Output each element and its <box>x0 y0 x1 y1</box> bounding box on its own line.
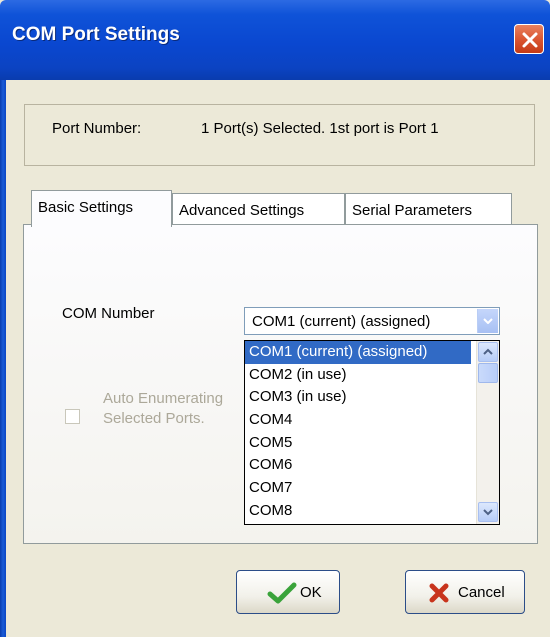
port-number-value: 1 Port(s) Selected. 1st port is Port 1 <box>201 120 439 137</box>
auto-enumerating-line2: Selected Ports. <box>103 410 205 427</box>
ok-button[interactable]: OK <box>236 570 340 614</box>
window-title: COM Port Settings <box>12 24 180 45</box>
chevron-up-icon <box>483 348 493 355</box>
list-item-com2[interactable]: COM2 (in use) <box>245 364 471 387</box>
scrollbar-thumb[interactable] <box>478 363 498 383</box>
title-bar[interactable]: COM Port Settings <box>0 0 550 80</box>
window-frame-left <box>0 80 6 637</box>
com-number-dropdown-list[interactable]: COM1 (current) (assigned) COM2 (in use) … <box>244 340 500 525</box>
scroll-down-button[interactable] <box>478 502 498 522</box>
list-item-com7[interactable]: COM7 <box>245 477 471 500</box>
com-number-value: COM1 (current) (assigned) <box>252 313 431 330</box>
dropdown-scrollbar[interactable] <box>476 341 499 524</box>
auto-enumerating-line1: Auto Enumerating <box>103 390 224 407</box>
list-item-com4[interactable]: COM4 <box>245 409 471 432</box>
close-button[interactable] <box>514 24 544 54</box>
com-port-settings-dialog: COM Port Settings Port Number: 1 Port(s)… <box>0 0 550 637</box>
ok-button-label: OK <box>300 584 322 601</box>
checkmark-icon <box>267 582 297 604</box>
auto-enumerating-checkbox[interactable] <box>65 409 80 424</box>
scroll-up-button[interactable] <box>478 342 498 362</box>
list-item-com3[interactable]: COM3 (in use) <box>245 386 471 409</box>
chevron-down-icon <box>483 509 493 516</box>
x-icon <box>429 583 449 603</box>
combo-dropdown-button[interactable] <box>477 309 498 333</box>
dropdown-items: COM1 (current) (assigned) COM2 (in use) … <box>245 341 471 523</box>
com-number-label: COM Number <box>62 305 155 322</box>
chevron-down-icon <box>483 318 493 324</box>
cancel-button[interactable]: Cancel <box>405 570 525 614</box>
cancel-button-label: Cancel <box>458 584 505 601</box>
port-number-label: Port Number: <box>52 120 142 137</box>
com-number-combobox[interactable]: COM1 (current) (assigned) <box>244 307 500 335</box>
list-item-com8[interactable]: COM8 <box>245 500 471 523</box>
list-item-com6[interactable]: COM6 <box>245 454 471 477</box>
list-item-com5[interactable]: COM5 <box>245 432 471 455</box>
tab-advanced-settings[interactable]: Advanced Settings <box>172 193 345 225</box>
auto-enumerating-label: Auto Enumerating Selected Ports. <box>103 389 248 429</box>
close-icon <box>522 32 538 48</box>
list-item-com1[interactable]: COM1 (current) (assigned) <box>245 341 471 364</box>
tab-serial-parameters[interactable]: Serial Parameters <box>345 193 512 225</box>
tab-basic-settings[interactable]: Basic Settings <box>31 190 172 227</box>
